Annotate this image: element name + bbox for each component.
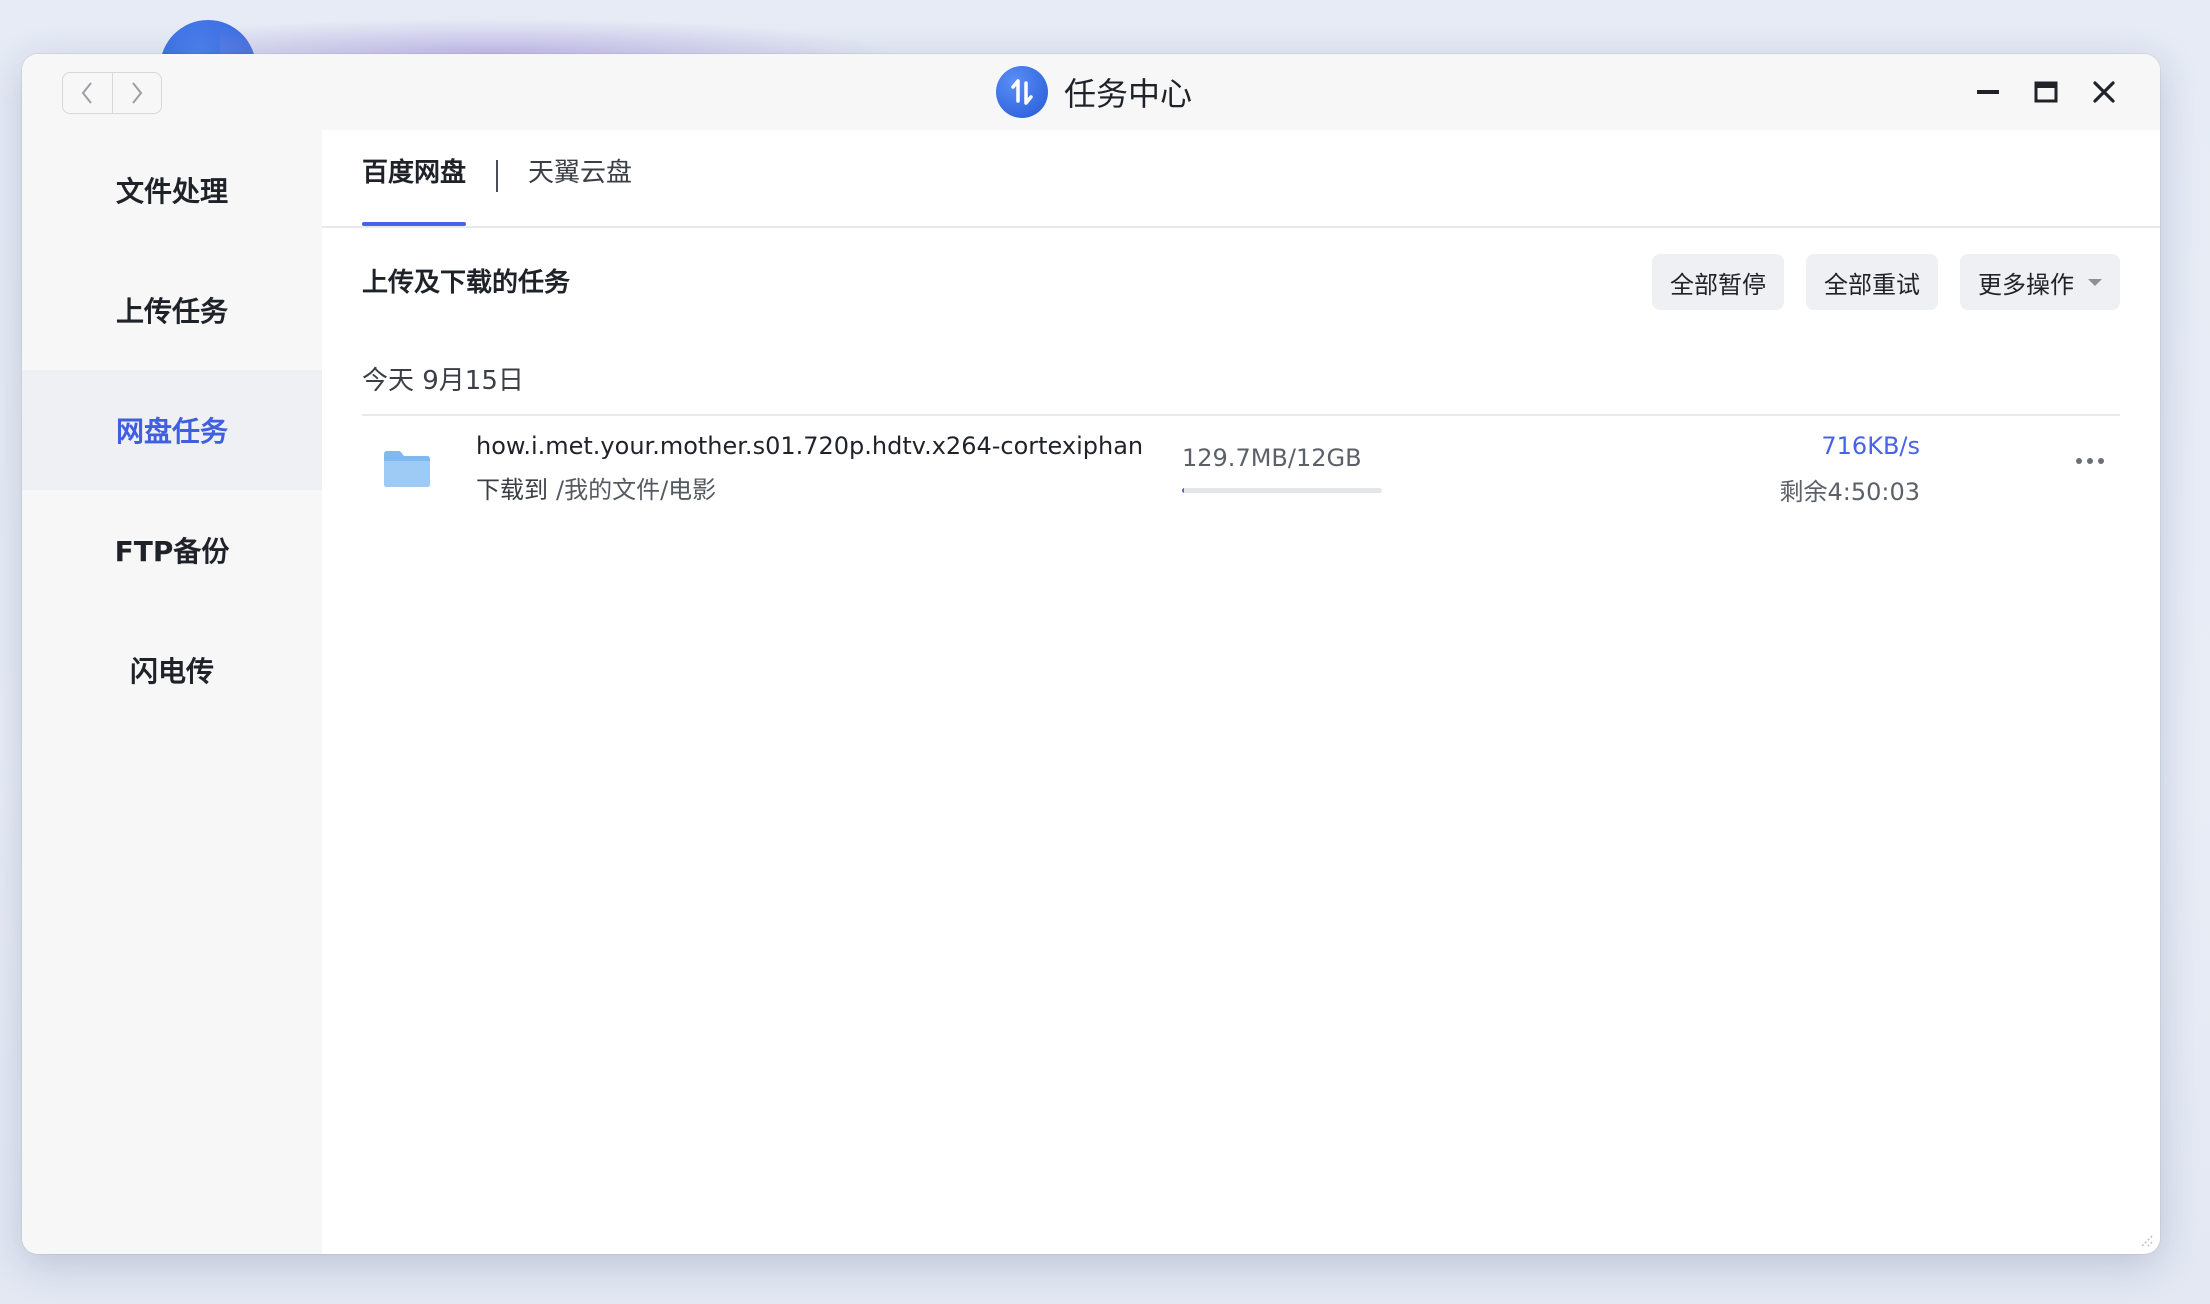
maximize-button[interactable] [2030,76,2062,108]
sidebar-item-cloud-tasks[interactable]: 网盘任务 [22,370,322,490]
sidebar-item-flash-transfer[interactable]: 闪电传 [22,610,322,730]
pause-all-label: 全部暂停 [1670,270,1766,299]
task-progress-fill [1182,488,1185,493]
task-progress-bar [1182,488,1382,493]
forward-button[interactable] [111,73,162,113]
task-file-name: how.i.met.your.mother.s01.720p.hdtv.x264… [476,432,1144,460]
chevron-right-icon [131,82,143,104]
task-size: 129.7MB/12GB [1182,444,1362,472]
sidebar-item-label: FTP备份 [114,535,230,568]
retry-all-label: 全部重试 [1824,270,1920,299]
task-more-button[interactable] [2070,446,2110,476]
caret-down-icon [2088,278,2102,286]
sidebar-item-ftp-backup[interactable]: FTP备份 [22,490,322,610]
back-button[interactable] [63,73,112,113]
sidebar-item-label: 闪电传 [129,655,214,688]
section-title: 上传及下载的任务 [362,268,571,298]
transfer-app-icon [996,66,1048,118]
tab-baidu-netdisk[interactable]: 百度网盘 [362,152,466,189]
sidebar-item-label: 上传任务 [115,295,228,328]
more-actions-label: 更多操作 [1978,270,2074,299]
tab-bar: 百度网盘 天翼云盘 [322,130,2160,228]
sidebar-item-label: 网盘任务 [115,415,228,448]
chevron-left-icon [81,82,93,104]
task-center-window: 任务中心 文件处理 上传任务 网盘任务 FTP备份 闪电传 百度网盘 天翼云盘 … [22,54,2160,1254]
task-destination: 下载到/我的文件/电影 [476,470,716,505]
maximize-icon [2034,81,2058,103]
active-tab-indicator [362,222,466,226]
close-button[interactable] [2088,76,2120,108]
more-dot [2076,458,2082,464]
destination-prefix: 下载到 [476,476,548,504]
resize-grip-icon[interactable] [2134,1228,2154,1248]
more-dot [2087,458,2093,464]
tab-tianyi-cloud[interactable]: 天翼云盘 [528,152,632,189]
group-date-label: 今天 9月15日 [362,366,524,396]
history-nav [62,72,162,114]
destination-path[interactable]: /我的文件/电影 [556,476,716,504]
title-bar: 任务中心 [22,54,2160,130]
task-remaining-time: 剩余4:50:03 [1779,478,1920,506]
minimize-button[interactable] [1972,76,2004,108]
retry-all-button[interactable]: 全部重试 [1806,254,1938,310]
more-actions-dropdown[interactable]: 更多操作 [1960,254,2120,310]
task-row[interactable]: how.i.met.your.mother.s01.720p.hdtv.x264… [362,418,2120,518]
tab-divider [496,160,498,192]
close-icon [2093,81,2115,103]
sidebar-item-upload-tasks[interactable]: 上传任务 [22,250,322,370]
main-panel: 百度网盘 天翼云盘 上传及下载的任务 全部暂停 全部重试 更多操作 今天 9月1… [322,130,2160,1254]
window-title-area: 任务中心 [996,64,1192,120]
sidebar-item-label: 文件处理 [115,175,228,208]
window-title: 任务中心 [1064,75,1193,113]
bulk-actions: 全部暂停 全部重试 更多操作 [1652,254,2120,310]
group-divider [362,414,2120,416]
sidebar: 文件处理 上传任务 网盘任务 FTP备份 闪电传 [22,130,322,1254]
folder-icon [384,451,430,487]
window-controls [1972,76,2120,108]
sidebar-item-file-processing[interactable]: 文件处理 [22,130,322,250]
task-speed: 716KB/s [1821,432,1920,460]
pause-all-button[interactable]: 全部暂停 [1652,254,1784,310]
more-dot [2098,458,2104,464]
minimize-icon [1977,90,1999,94]
